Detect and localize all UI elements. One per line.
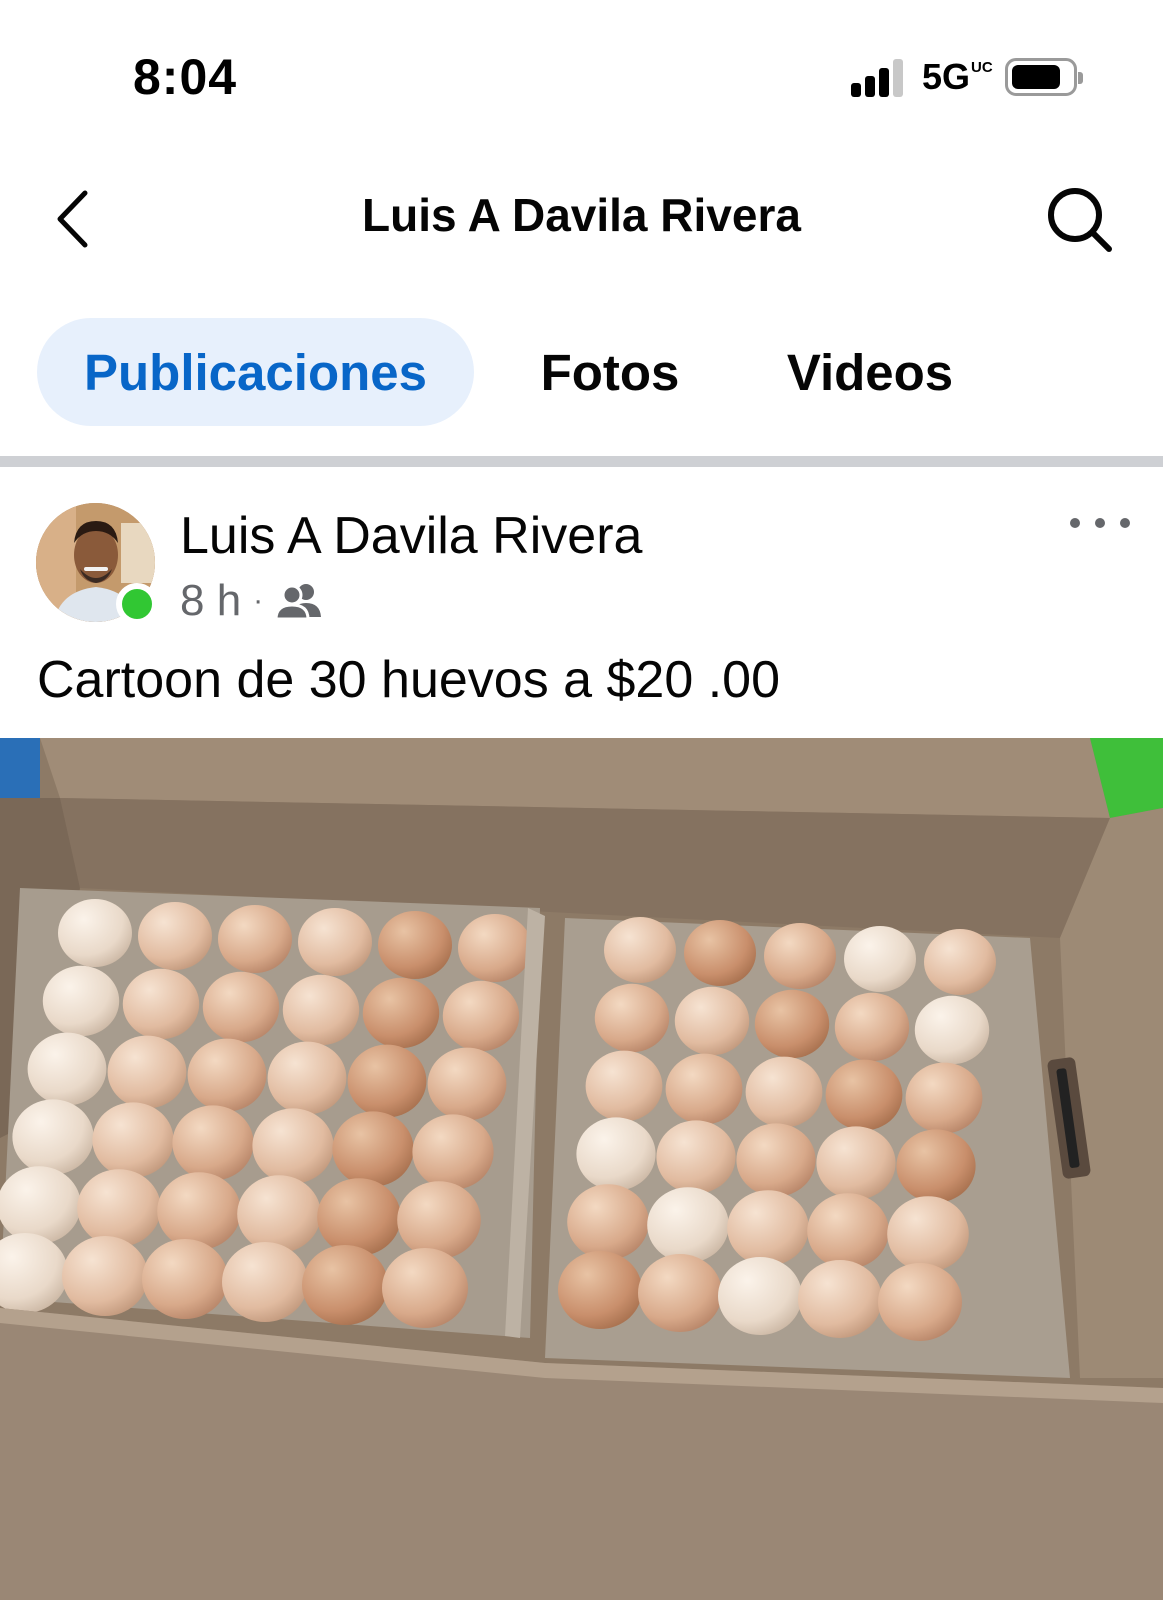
egg [576, 1117, 656, 1191]
egg [764, 923, 836, 989]
egg [684, 920, 756, 986]
egg [585, 1050, 663, 1122]
egg [798, 1260, 882, 1338]
tab-videos[interactable]: Videos [770, 318, 970, 426]
post-header: Luis A Davila Rivera 8 h · [0, 490, 1163, 630]
status-time: 8:04 [133, 49, 238, 105]
egg [27, 1032, 107, 1106]
egg [825, 1059, 903, 1131]
tab-publicaciones[interactable]: Publicaciones [37, 318, 474, 426]
egg [58, 899, 132, 967]
search-button[interactable] [1040, 180, 1120, 260]
egg [604, 917, 676, 983]
egg [298, 908, 372, 976]
more-dot-icon [1120, 518, 1130, 528]
egg [92, 1102, 174, 1178]
egg [107, 1035, 187, 1109]
egg [924, 929, 996, 995]
egg [332, 1111, 414, 1187]
egg [594, 983, 670, 1053]
egg [302, 1245, 388, 1325]
egg [138, 902, 212, 970]
egg [896, 1129, 976, 1203]
post-text: Cartoon de 30 huevos a $20 .00 [37, 651, 781, 709]
network-suffix: UC [971, 59, 993, 76]
eggs-photo [0, 738, 1163, 1600]
online-status-indicator [116, 583, 158, 625]
egg [458, 914, 532, 982]
egg [62, 1236, 148, 1316]
egg [222, 1242, 308, 1322]
egg [727, 1190, 809, 1266]
egg [638, 1254, 722, 1332]
tab-fotos[interactable]: Fotos [520, 318, 700, 426]
post-photo[interactable] [0, 738, 1163, 1600]
profile-tabs: Publicaciones Fotos Videos [0, 318, 1163, 428]
egg [347, 1044, 427, 1118]
meta-separator: · [253, 584, 264, 617]
egg [282, 974, 360, 1046]
page-title: Luis A Davila Rivera [362, 189, 801, 241]
egg [122, 968, 200, 1040]
egg [754, 989, 830, 1059]
egg [157, 1172, 241, 1250]
search-icon [1048, 188, 1112, 252]
egg [567, 1184, 649, 1260]
egg [12, 1099, 94, 1175]
section-divider [0, 456, 1163, 467]
egg [202, 971, 280, 1043]
post-time[interactable]: 8 h [180, 576, 241, 626]
egg [378, 911, 452, 979]
egg [816, 1126, 896, 1200]
friends-icon [275, 584, 322, 621]
network-type: 5G [922, 56, 971, 97]
egg [442, 980, 520, 1052]
egg [665, 1053, 743, 1125]
egg [172, 1105, 254, 1181]
more-options-button[interactable] [1070, 508, 1130, 538]
egg [267, 1041, 347, 1115]
egg [237, 1175, 321, 1253]
egg [142, 1239, 228, 1319]
egg [412, 1114, 494, 1190]
egg [382, 1248, 468, 1328]
egg [427, 1047, 507, 1121]
egg [844, 926, 916, 992]
egg [187, 1038, 267, 1112]
cellular-signal-icon [851, 57, 907, 97]
egg [887, 1196, 969, 1272]
egg [745, 1056, 823, 1128]
egg [317, 1178, 401, 1256]
egg [674, 986, 750, 1056]
battery-icon [1005, 58, 1083, 96]
egg [878, 1263, 962, 1341]
egg [834, 992, 910, 1062]
more-dot-icon [1070, 518, 1080, 528]
egg [807, 1193, 889, 1269]
egg [397, 1181, 481, 1259]
network-indicator: 5GUC [922, 56, 993, 98]
page-header: Luis A Davila Rivera [0, 160, 1163, 280]
status-bar: 8:04 5GUC [0, 0, 1163, 150]
egg [914, 995, 990, 1065]
egg [218, 905, 292, 973]
post-author-name[interactable]: Luis A Davila Rivera [180, 506, 642, 566]
egg [0, 1166, 81, 1244]
egg [558, 1251, 642, 1329]
post-meta: 8 h · [180, 576, 323, 626]
egg [77, 1169, 161, 1247]
egg [656, 1120, 736, 1194]
egg [736, 1123, 816, 1197]
egg [42, 965, 120, 1037]
egg [905, 1062, 983, 1134]
egg [647, 1187, 729, 1263]
egg [252, 1108, 334, 1184]
egg [718, 1257, 802, 1335]
more-dot-icon [1095, 518, 1105, 528]
egg [362, 977, 440, 1049]
